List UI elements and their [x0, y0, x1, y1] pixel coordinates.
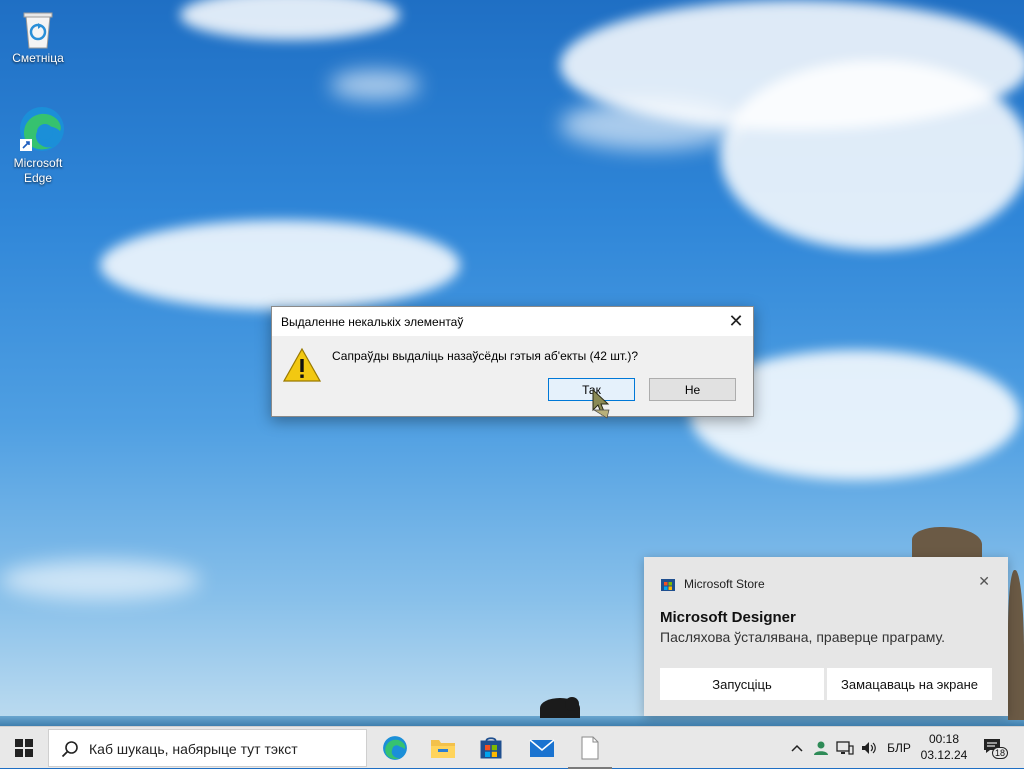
- notepad-icon: [581, 736, 599, 760]
- edge-icon: [383, 736, 407, 760]
- dialog-message: Сапраўды выдаліць назаўсёды гэтыя аб'ект…: [332, 349, 639, 363]
- rock: [1008, 570, 1024, 720]
- taskbar-mail[interactable]: [518, 727, 566, 769]
- dialog-title: Выдаленне некалькіх элементаў: [281, 315, 464, 329]
- person-head: [565, 697, 579, 711]
- cloud: [180, 0, 400, 40]
- taskbar-edge[interactable]: [371, 727, 419, 769]
- mail-icon: [529, 739, 555, 757]
- no-button[interactable]: Не: [649, 378, 736, 401]
- desktop-icon-edge[interactable]: Microsoft Edge: [6, 105, 70, 186]
- notification-heading: Microsoft Designer: [660, 609, 796, 626]
- delete-confirm-dialog: Выдаленне некалькіх элементаў ✕ Сапраўды…: [271, 306, 754, 417]
- search-icon: [61, 741, 78, 758]
- language-indicator[interactable]: БЛР: [884, 727, 914, 769]
- file-explorer-icon: [431, 740, 455, 758]
- tray-chevron-icon[interactable]: [787, 727, 807, 769]
- volume-icon[interactable]: [858, 727, 880, 769]
- cloud: [100, 220, 460, 310]
- cloud: [720, 60, 1024, 250]
- close-icon[interactable]: ✕: [719, 307, 753, 336]
- close-icon[interactable]: ✕: [978, 573, 990, 590]
- cloud: [560, 100, 740, 150]
- notification-app-name: Microsoft Store: [684, 577, 765, 591]
- start-button[interactable]: [0, 727, 48, 769]
- search-box[interactable]: Каб шукаць, набярыце тут тэкст: [48, 729, 367, 767]
- desktop-icon-recycle-bin[interactable]: Сметніца: [6, 8, 70, 66]
- warning-icon: [282, 347, 322, 383]
- desktop-icon-label: Microsoft Edge: [13, 156, 63, 185]
- notification-body: Пасляхова ўсталявана, праверце праграму.: [660, 629, 945, 645]
- recycle-bin-icon: [18, 8, 58, 49]
- store-icon: [480, 737, 502, 759]
- sea: [0, 716, 1024, 726]
- taskbar: Каб шукаць, набярыце тут тэкст БЛР 00:18…: [0, 726, 1024, 769]
- taskbar-store[interactable]: [467, 727, 515, 769]
- clock-time: 00:18: [928, 732, 960, 746]
- desktop-icon-label: Сметніца: [12, 51, 64, 65]
- network-icon[interactable]: [834, 727, 856, 769]
- store-notification-toast[interactable]: Microsoft Store ✕ Microsoft Designer Пас…: [644, 557, 1008, 716]
- dialog-titlebar[interactable]: Выдаленне некалькіх элементаў ✕: [272, 307, 753, 336]
- cloud: [330, 70, 420, 100]
- search-placeholder: Каб шукаць, набярыце тут тэкст: [89, 741, 298, 757]
- taskbar-notepad[interactable]: [566, 727, 614, 769]
- action-center-button[interactable]: 18: [978, 727, 1009, 769]
- rock: [912, 527, 982, 559]
- clock-date: 03.12.24: [920, 748, 968, 762]
- cloud: [0, 560, 200, 600]
- notification-icon: 18: [983, 738, 1009, 759]
- launch-button[interactable]: Запусціць: [660, 668, 824, 700]
- people-icon[interactable]: [810, 727, 832, 769]
- windows-logo-icon: [15, 739, 33, 757]
- pin-to-start-button[interactable]: Замацаваць на экране: [827, 668, 992, 700]
- edge-icon: [18, 105, 64, 153]
- busy-cursor-icon: [591, 388, 611, 420]
- notification-count-badge: 18: [992, 747, 1009, 759]
- clock[interactable]: 00:18 03.12.24: [918, 731, 970, 763]
- taskbar-file-explorer[interactable]: [419, 727, 467, 769]
- store-icon: [660, 576, 676, 592]
